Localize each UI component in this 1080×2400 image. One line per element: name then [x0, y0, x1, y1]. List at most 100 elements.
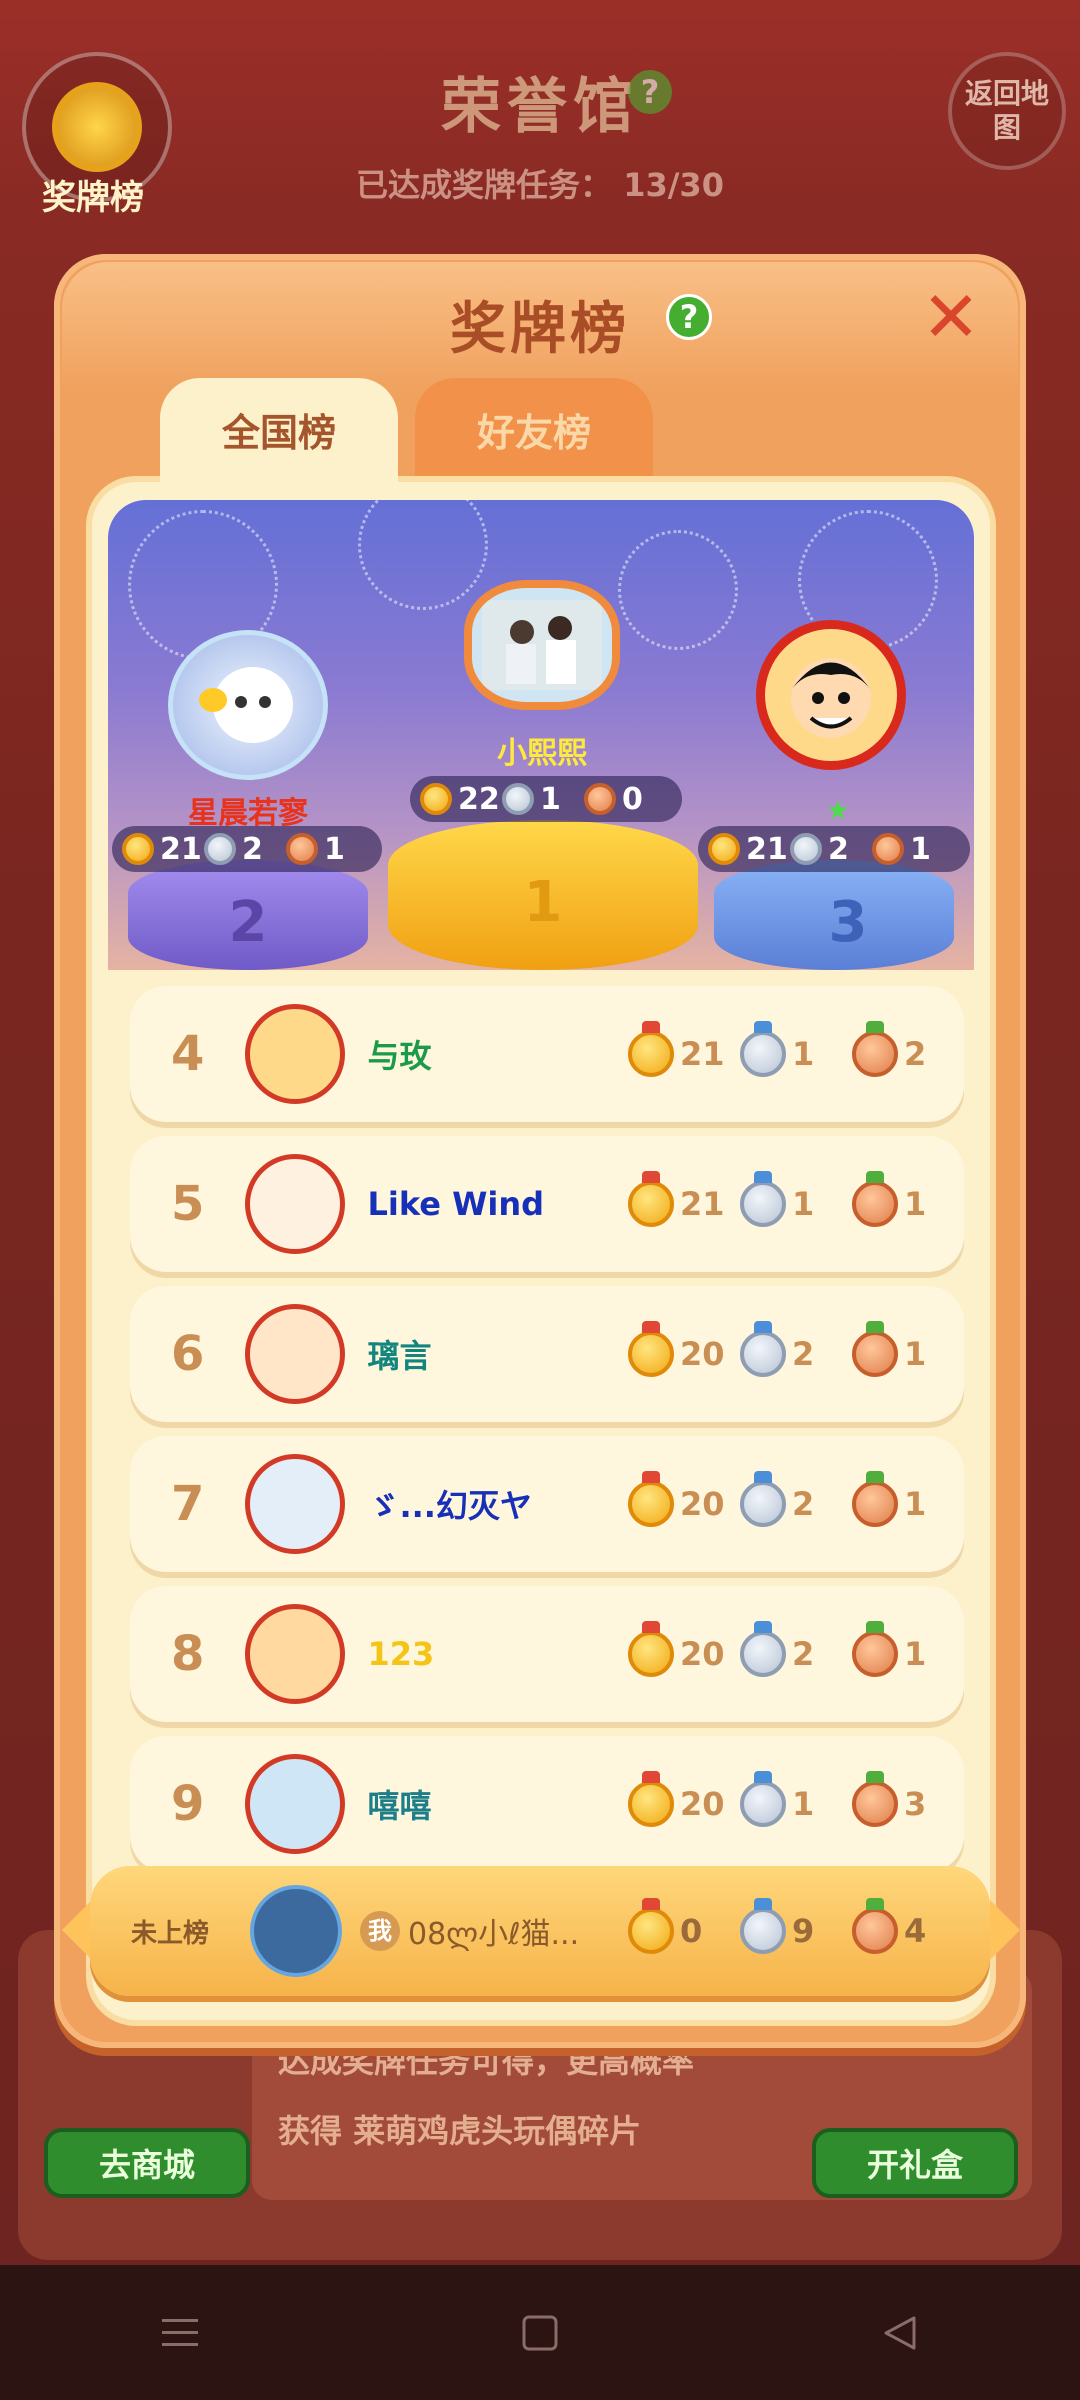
menu-icon — [162, 2318, 198, 2346]
gold-count: 22 — [458, 781, 500, 817]
back-triangle-icon — [884, 2316, 916, 2349]
silver-medal-icon — [740, 1321, 786, 1377]
gold-count: 20 — [680, 1335, 725, 1373]
bronze-medal-stat: 1 — [852, 1621, 964, 1677]
podium-1-name: 小熙熙 — [497, 736, 587, 771]
bronze-medal-stat: 1 — [852, 1471, 964, 1527]
silver-medal-icon — [204, 833, 236, 865]
self-bar-right-arrow — [990, 1900, 1020, 1960]
gold-medal-icon — [628, 1898, 674, 1954]
gold-medal-icon — [122, 833, 154, 865]
row-player-name: ゞ...幻灭ヤ — [367, 1487, 532, 1525]
row-player-name: 嘻嘻 — [367, 1787, 432, 1825]
bronze-count: 3 — [904, 1785, 927, 1823]
bronze-medal-stat: 3 — [852, 1771, 964, 1827]
row-avatar[interactable] — [245, 1004, 346, 1104]
bronze-medal-stat: 1 — [852, 1321, 964, 1377]
medal-task-progress-label: 已达成奖牌任务： — [356, 166, 613, 204]
podium-2-avatar[interactable] — [168, 630, 328, 780]
row-medals: 21 1 2 — [628, 1021, 964, 1077]
silver-medal-icon — [740, 1171, 786, 1227]
bronze-medal-icon — [852, 1771, 898, 1827]
gold-medal-stat: 20 — [628, 1771, 740, 1827]
my-ranking-bar[interactable]: 未上榜 我 08ლ小ℓ猫... 0 9 4 — [90, 1866, 990, 1996]
bronze-medal-stat: 2 — [852, 1021, 964, 1077]
bronze-medal-icon — [852, 1321, 898, 1377]
silver-medal-icon — [502, 783, 534, 815]
silver-medal-stat: 2 — [740, 1621, 852, 1677]
silver-medal-stat: 2 — [740, 1321, 852, 1377]
gold-medal-stat: 20 — [628, 1621, 740, 1677]
home-button[interactable] — [500, 2293, 580, 2373]
bronze-medal-icon — [584, 783, 616, 815]
open-gift-box-button[interactable]: 开礼盒 — [812, 2128, 1018, 2198]
silver-medal-stat: 1 — [740, 1021, 852, 1077]
reward-text-line-2: 获得 莱萌鸡虎头玩偶碎片 — [278, 2112, 642, 2150]
ranking-row[interactable]: 7 ゞ...幻灭ヤ 20 2 1 — [130, 1436, 964, 1572]
gold-medal-icon — [628, 1321, 674, 1377]
my-medals: 0 9 4 — [628, 1898, 964, 1954]
cartoon-boy-icon — [791, 658, 871, 738]
row-rank: 4 — [171, 1026, 205, 1082]
back-button[interactable] — [860, 2293, 940, 2373]
gold-count: 0 — [680, 1912, 703, 1950]
gold-medal-icon — [628, 1621, 674, 1677]
ranking-row[interactable]: 9 嘻嘻 20 1 3 — [130, 1736, 964, 1872]
silver-count: 1 — [540, 781, 561, 817]
bronze-medal-icon — [852, 1621, 898, 1677]
row-avatar[interactable] — [245, 1154, 346, 1254]
row-rank: 8 — [171, 1626, 205, 1682]
honor-hall-help-icon[interactable]: ? — [628, 70, 672, 114]
ranking-row[interactable]: 6 璃言 20 2 1 — [130, 1286, 964, 1422]
medal-task-progress-value: 13/30 — [623, 166, 724, 204]
bronze-count: 1 — [904, 1635, 927, 1673]
silver-medal-icon — [740, 1021, 786, 1077]
gold-medal-icon — [420, 783, 452, 815]
row-avatar[interactable] — [245, 1754, 346, 1854]
podium-rank-1: 1 — [523, 870, 563, 935]
row-player-name: 璃言 — [367, 1337, 432, 1375]
row-avatar[interactable] — [245, 1454, 346, 1554]
family-photo-icon — [482, 600, 602, 690]
gold-medal-stat: 20 — [628, 1321, 740, 1377]
podium-rank-2: 2 — [228, 890, 268, 955]
podium-1-avatar[interactable] — [464, 580, 620, 710]
row-medals: 21 1 1 — [628, 1171, 964, 1227]
dialog-help-icon[interactable]: ? — [666, 294, 712, 340]
podium-3-star-icon: ★ — [826, 796, 850, 826]
my-avatar[interactable] — [250, 1885, 342, 1977]
close-icon[interactable]: ✕ — [916, 282, 986, 352]
go-to-shop-button[interactable]: 去商城 — [44, 2128, 250, 2198]
firework-decoration — [618, 530, 738, 650]
tab-friends-ranking[interactable]: 好友榜 — [415, 378, 653, 488]
my-ranking-status: 未上榜 — [130, 1918, 209, 1949]
row-avatar[interactable] — [245, 1604, 346, 1704]
ranking-row[interactable]: 5 Like Wind 21 1 1 — [130, 1136, 964, 1272]
silver-count: 1 — [792, 1785, 815, 1823]
bronze-medal-stat: 4 — [852, 1898, 964, 1954]
bronze-count: 4 — [904, 1912, 927, 1950]
silver-count: 1 — [792, 1035, 815, 1073]
podium-3-medals: 21 2 1 — [698, 826, 970, 872]
gold-count: 21 — [680, 1035, 725, 1073]
silver-count: 2 — [792, 1335, 815, 1373]
silver-count: 9 — [792, 1912, 815, 1950]
ranking-row[interactable]: 8 123 20 2 1 — [130, 1586, 964, 1722]
tab-national-ranking[interactable]: 全国榜 — [160, 378, 398, 488]
medal-task-progress: 已达成奖牌任务： 13/30 — [0, 160, 1080, 206]
silver-medal-icon — [790, 833, 822, 865]
podium-2-medals: 21 2 1 — [112, 826, 382, 872]
ranking-row[interactable]: 4 与玫 21 1 2 — [130, 986, 964, 1122]
podium-3-avatar[interactable] — [756, 620, 906, 770]
recent-apps-button[interactable] — [140, 2293, 220, 2373]
row-medals: 20 2 1 — [628, 1621, 964, 1677]
silver-medal-stat: 1 — [740, 1171, 852, 1227]
row-avatar[interactable] — [245, 1304, 346, 1404]
silver-count: 2 — [792, 1485, 815, 1523]
return-map-button[interactable]: 返回地图 — [948, 52, 1066, 170]
gold-medal-stat: 21 — [628, 1021, 740, 1077]
silver-count: 2 — [242, 831, 263, 867]
bronze-count: 0 — [622, 781, 643, 817]
dialog-title: 奖牌榜 — [450, 297, 630, 362]
bronze-count: 1 — [904, 1485, 927, 1523]
